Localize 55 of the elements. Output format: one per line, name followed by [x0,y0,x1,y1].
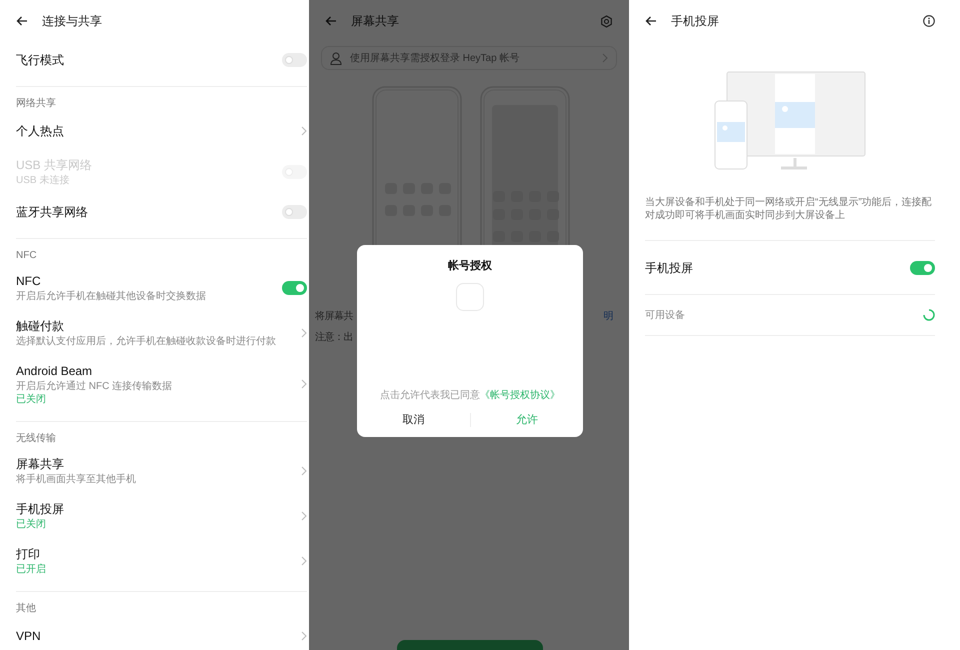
section-header: 可用设备 [645,308,685,322]
chevron-icon[interactable] [301,379,307,389]
setting-label: 蓝牙共享网络 [16,204,89,221]
toggle-switch[interactable] [282,280,307,294]
setting-label: 手机投屏 [645,260,693,276]
note-text: 注意：出 [315,330,353,345]
agreement-link[interactable]: 《帐号授权协议》 [480,390,560,401]
setting-label: 屏幕共享 [16,456,65,473]
info-text: 将屏幕共 [315,310,353,324]
loading-spinner-icon [923,309,935,321]
back-arrow-icon[interactable] [645,16,657,26]
setting-status: 已关闭 [16,393,47,406]
chevron-icon[interactable] [602,53,608,63]
setting-label: 触碰付款 [16,318,65,335]
chevron-icon[interactable] [301,328,307,338]
setting-label: NFC [16,273,42,290]
page-title: 连接与共享 [42,13,102,30]
toggle-switch[interactable] [910,260,935,274]
setting-status: 已关闭 [16,518,47,531]
toggle-switch[interactable] [282,53,307,67]
chevron-icon[interactable] [301,466,307,476]
page-title: 屏幕共享 [351,13,400,30]
info-icon[interactable] [923,15,935,27]
info-link[interactable]: 明 [604,309,613,324]
setting-description: 开启后允许通过 NFC 连接传输数据 [16,380,174,393]
setting-description: 选择默认支付应用后，允许手机在触碰收款设备时进行付款 [16,335,277,348]
allow-button[interactable]: 允许 [470,408,583,432]
section-header: 其他 [16,602,37,616]
chevron-icon[interactable] [301,510,307,520]
back-arrow-icon[interactable] [16,16,28,26]
setting-label: 手机投屏 [16,501,65,518]
description-text: 当大屏设备和手机处于同一网络或开启“无线显示”功能后，连接配对成功即可将手机画面实时同步到大屏设备上 [645,196,933,222]
chevron-icon[interactable] [301,631,307,641]
setting-description: 开启后允许手机在触碰其他设备时交换数据 [16,290,207,303]
agreement-text: 点击允许代表我已同意《帐号授权协议》 [380,388,560,403]
account-banner[interactable]: 使用屏幕共享需授权登录 HeyTap 帐号 [321,46,617,70]
setting-description: 将手机画面共享至其他手机 [16,473,137,486]
section-header: NFC [16,249,38,263]
setting-label: VPN [16,628,42,645]
setting-status: 已开启 [16,563,47,576]
cancel-button[interactable]: 取消 [357,408,470,432]
section-header: 网络共享 [16,96,57,111]
section-header: 无线传输 [16,432,57,446]
chevron-icon[interactable] [301,126,307,136]
dialog-title: 帐号授权 [448,258,492,274]
settings-icon[interactable] [600,14,613,28]
chevron-icon[interactable] [301,556,307,566]
setting-label: Android Beam [16,363,94,380]
setting-label: 飞行模式 [16,52,65,69]
page-title: 手机投屏 [671,13,720,30]
toggle-switch[interactable] [282,205,307,219]
account-banner-text: 使用屏幕共享需授权登录 HeyTap 帐号 [350,52,520,66]
user-icon [330,52,342,64]
setting-label: 打印 [16,546,41,563]
setting-label: 个人热点 [16,123,65,140]
